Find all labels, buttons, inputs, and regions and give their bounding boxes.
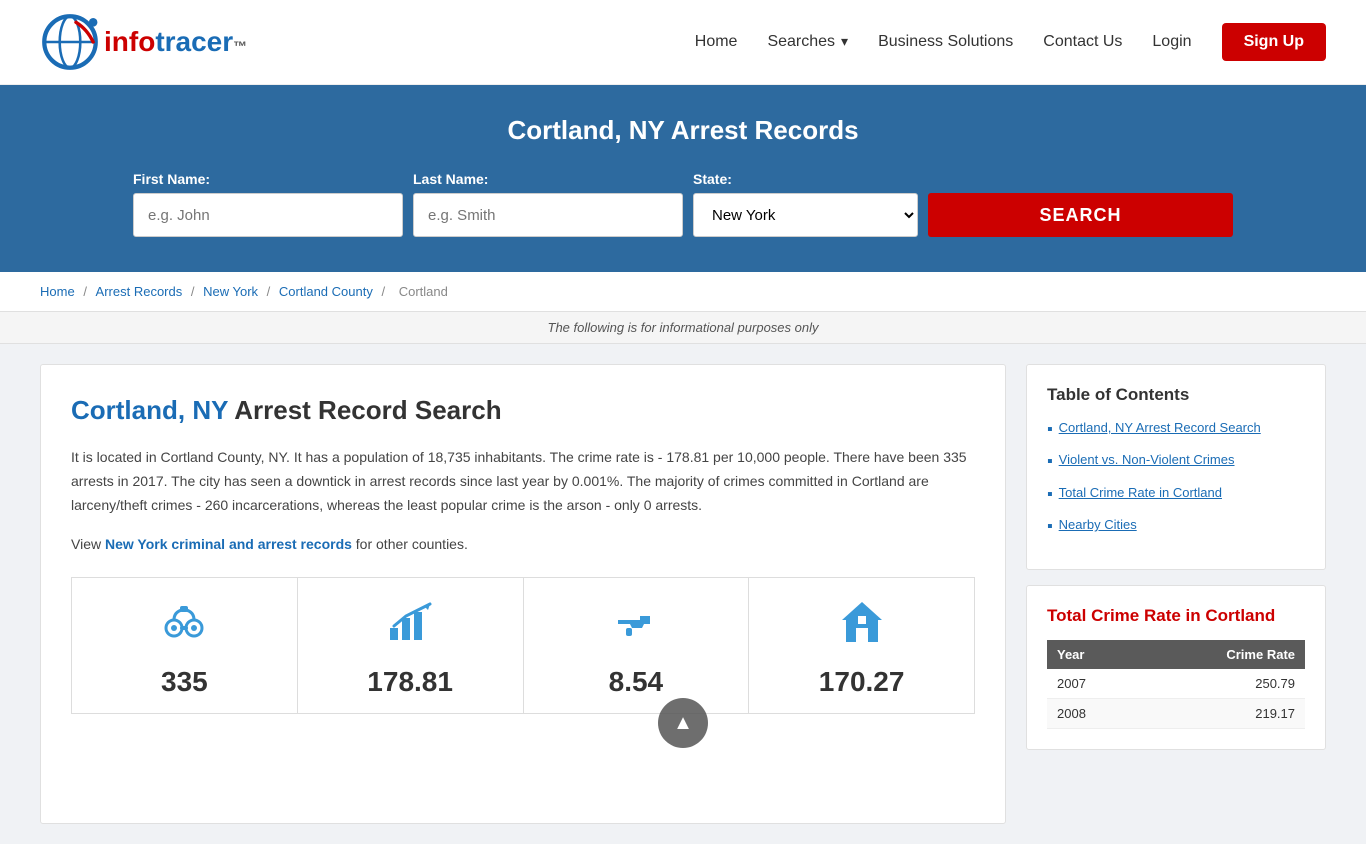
breadcrumb-home[interactable]: Home [40,284,75,299]
signup-button[interactable]: Sign Up [1222,23,1326,61]
stat-property: 170.27 [749,578,974,713]
banner-title: Cortland, NY Arrest Records [40,115,1326,146]
stat-crime-rate: 178.81 [298,578,524,713]
search-form: First Name: Last Name: State: New York S… [133,171,1233,237]
info-bar: The following is for informational purpo… [0,312,1366,344]
breadcrumb: Home / Arrest Records / New York / Cortl… [0,272,1366,312]
toc-item-3: ▪ Nearby Cities [1047,516,1305,538]
county-link-line: View New York criminal and arrest record… [71,533,975,557]
search-banner: Cortland, NY Arrest Records First Name: … [0,85,1366,272]
nav-business[interactable]: Business Solutions [878,33,1013,51]
toc-link-3[interactable]: Nearby Cities [1059,516,1137,534]
last-name-label: Last Name: [413,171,683,187]
content-left: Cortland, NY Arrest Record Search It is … [40,364,1006,824]
ny-records-link[interactable]: New York criminal and arrest records [105,536,352,552]
page-heading: Cortland, NY Arrest Record Search [71,395,975,426]
stat-violent: 8.54 [524,578,750,713]
nav-contact[interactable]: Contact Us [1043,33,1122,51]
year-2008: 2008 [1047,698,1139,728]
toc-item-2: ▪ Total Crime Rate in Cortland [1047,484,1305,506]
toc-link-2[interactable]: Total Crime Rate in Cortland [1059,484,1222,502]
state-select[interactable]: New York [693,193,918,237]
rate-2007: 250.79 [1139,669,1305,699]
toc-item-0: ▪ Cortland, NY Arrest Record Search [1047,419,1305,441]
crime-rate-table: Year Crime Rate 2007 250.79 2008 219.17 [1047,640,1305,729]
breadcrumb-city: Cortland [399,284,448,299]
scroll-up-button[interactable]: ▲ [658,698,708,748]
toc-box: Table of Contents ▪ Cortland, NY Arrest … [1026,364,1326,570]
breadcrumb-arrest-records[interactable]: Arrest Records [96,284,183,299]
first-name-label: First Name: [133,171,403,187]
state-group: State: New York [693,171,918,237]
main-description: It is located in Cortland County, NY. It… [71,446,975,517]
state-label: State: [693,171,918,187]
main-content: Cortland, NY Arrest Record Search It is … [0,344,1366,844]
breadcrumb-county[interactable]: Cortland County [279,284,373,299]
stats-row: 335 178.81 [71,577,975,714]
header: infotracer™ Home Searches Business Solut… [0,0,1366,85]
last-name-input[interactable] [413,193,683,237]
first-name-group: First Name: [133,171,403,237]
col-rate: Crime Rate [1139,640,1305,669]
toc-link-0[interactable]: Cortland, NY Arrest Record Search [1059,419,1261,437]
crime-rate-title: Total Crime Rate in Cortland [1047,606,1305,626]
nav-home[interactable]: Home [695,33,738,51]
last-name-group: Last Name: [413,171,683,237]
logo-text: infotracer™ [104,26,247,58]
crime-rate-value: 178.81 [367,666,453,698]
table-row: 2008 219.17 [1047,698,1305,728]
handcuffs-icon [160,598,208,656]
gun-icon [612,598,660,656]
year-2007: 2007 [1047,669,1139,699]
toc-link-1[interactable]: Violent vs. Non-Violent Crimes [1059,451,1235,469]
heading-rest: Arrest Record Search [228,395,502,425]
col-year: Year [1047,640,1139,669]
scroll-up-icon: ▲ [673,712,693,735]
logo-icon [40,12,100,72]
stat-arrests: 335 [72,578,298,713]
table-row: 2007 250.79 [1047,669,1305,699]
house-icon [838,598,886,656]
chart-icon [386,598,434,656]
first-name-input[interactable] [133,193,403,237]
nav-searches[interactable]: Searches [767,33,848,51]
toc-title: Table of Contents [1047,385,1305,405]
violent-value: 8.54 [609,666,664,698]
heading-blue: Cortland, NY [71,395,228,425]
searches-chevron-icon [839,33,848,51]
logo: infotracer™ [40,12,247,72]
rate-2008: 219.17 [1139,698,1305,728]
nav-login[interactable]: Login [1152,33,1191,51]
crime-rate-box: Total Crime Rate in Cortland Year Crime … [1026,585,1326,750]
breadcrumb-new-york[interactable]: New York [203,284,258,299]
search-button[interactable]: SEARCH [928,193,1233,237]
main-nav: Home Searches Business Solutions Contact… [695,23,1326,61]
arrests-value: 335 [161,666,208,698]
toc-item-1: ▪ Violent vs. Non-Violent Crimes [1047,451,1305,473]
property-value: 170.27 [819,666,905,698]
content-right: Table of Contents ▪ Cortland, NY Arrest … [1026,364,1326,824]
